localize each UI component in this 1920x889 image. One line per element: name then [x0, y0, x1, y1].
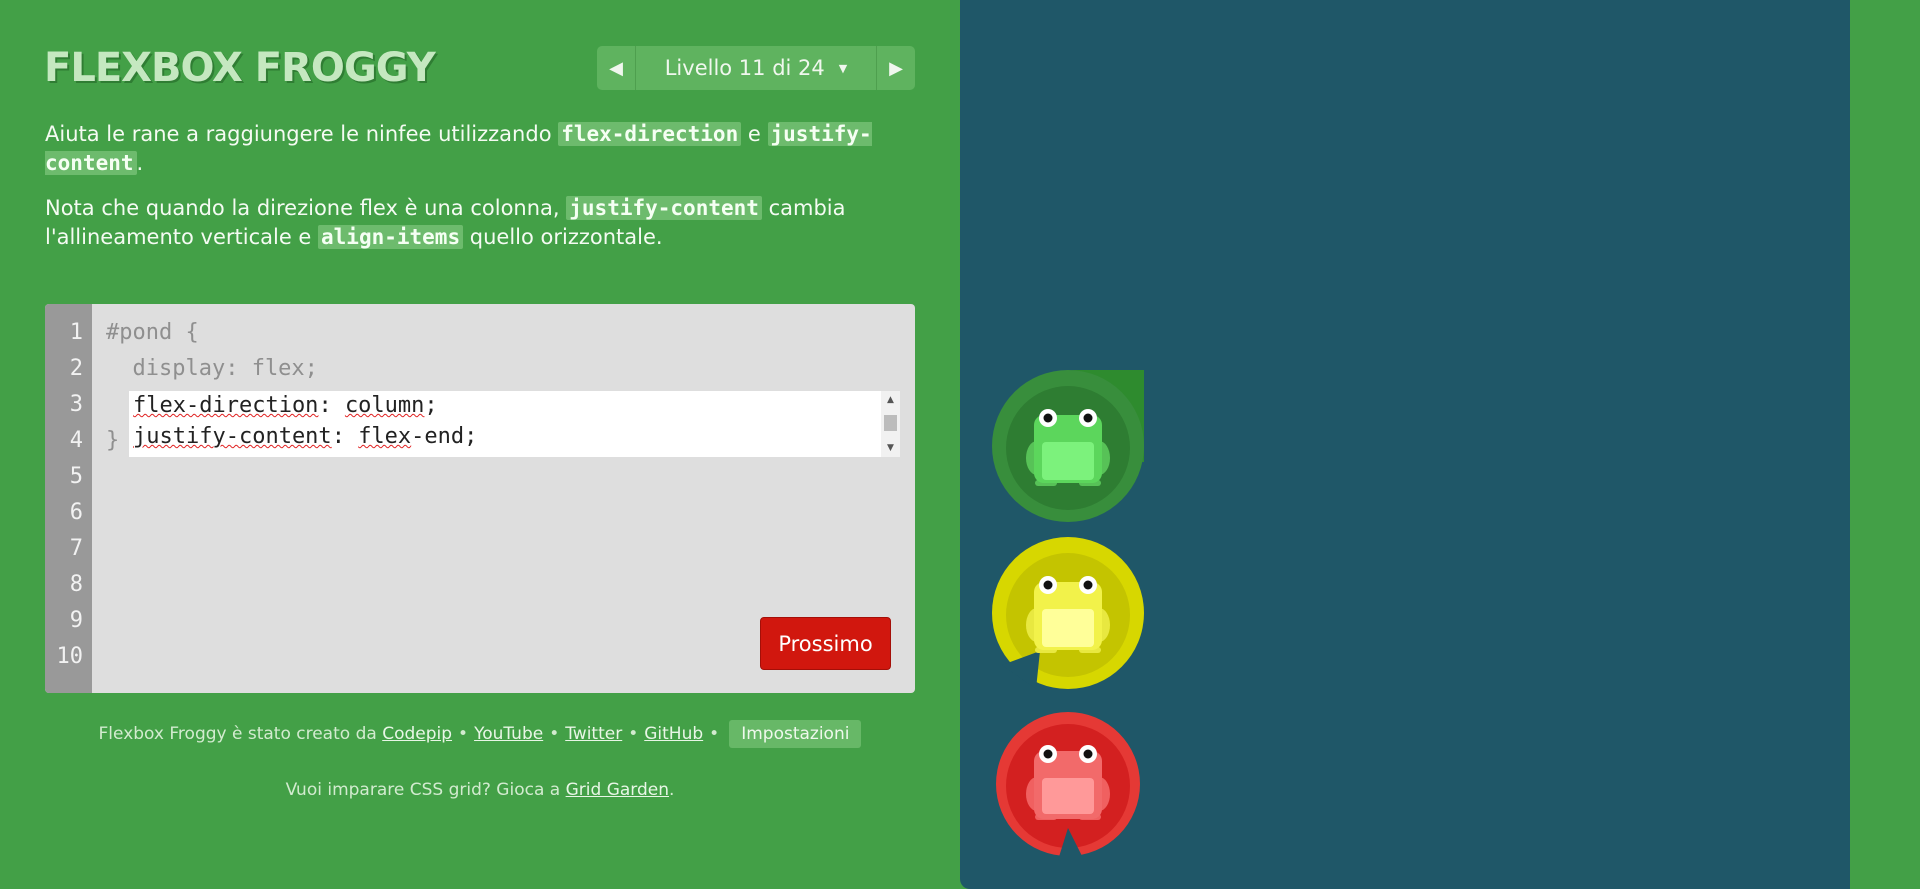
property-text: justify-content: [133, 424, 332, 449]
pond-board: [960, 0, 1850, 889]
line-number-gutter: 1 2 3 4 5 6 7 8 9 10: [45, 304, 92, 693]
line-number: 10: [56, 644, 84, 669]
game-panel: FLEXBOX FROGGY ◀ Livello 11 di 24 ▼ ▶ Ai…: [0, 0, 960, 889]
instruction-text: .: [136, 151, 144, 175]
youtube-link[interactable]: YouTube: [474, 724, 543, 744]
separator: •: [549, 724, 560, 744]
red-lilypad-frog: [996, 712, 1140, 860]
next-level-button[interactable]: ▶: [876, 46, 915, 90]
next-button[interactable]: Prossimo: [760, 617, 891, 670]
green-frog-icon: [1026, 409, 1110, 486]
code-flex-direction: flex-direction: [558, 122, 742, 146]
grid-garden-link[interactable]: Grid Garden: [566, 780, 669, 800]
property-text: flex-direction: [133, 393, 319, 418]
line-number: 1: [69, 320, 83, 345]
caret-down-icon: ▼: [838, 61, 848, 75]
value-text: flex: [358, 424, 412, 449]
twitter-link[interactable]: Twitter: [565, 724, 622, 744]
separator: •: [709, 724, 720, 744]
value-text: column: [344, 393, 425, 418]
level-label: Livello 11 di 24: [664, 56, 825, 80]
triangle-left-icon: ◀: [609, 57, 623, 79]
game-title: FLEXBOX FROGGY: [44, 45, 436, 91]
line-number: 3: [69, 392, 83, 417]
instruction-text: Nota che quando la direzione flex è una …: [45, 196, 567, 220]
code-align-items: align-items: [318, 225, 464, 249]
input-line-3: flex-direction: column;: [133, 393, 438, 418]
instruction-paragraph-2: Nota che quando la direzione flex è una …: [45, 194, 875, 252]
instruction-text: quello orizzontale.: [463, 225, 663, 249]
code-text: :: [331, 424, 359, 449]
code-line-2: display: flex;: [106, 356, 318, 381]
line-number: 6: [69, 500, 83, 525]
level-dropdown[interactable]: Livello 11 di 24 ▼: [636, 46, 876, 90]
code-text: ;: [424, 393, 438, 418]
textarea-scrollbar[interactable]: ▲ ▼: [881, 391, 900, 457]
code-justify-content: justify-content: [566, 196, 762, 220]
code-text: :: [318, 393, 345, 418]
instructions: Aiuta le rane a raggiungere le ninfee ut…: [45, 120, 875, 268]
previous-level-button[interactable]: ◀: [597, 46, 636, 90]
line-number: 2: [69, 356, 83, 381]
line-number: 9: [69, 608, 83, 633]
green-lilypad-frog: [992, 370, 1144, 522]
promo-text: .: [669, 780, 675, 800]
codepip-link[interactable]: Codepip: [382, 724, 452, 744]
grid-garden-promo: Vuoi imparare CSS grid? Gioca a Grid Gar…: [0, 780, 960, 800]
triangle-right-icon: ▶: [889, 57, 903, 79]
instruction-paragraph-1: Aiuta le rane a raggiungere le ninfee ut…: [45, 120, 875, 178]
input-line-4: justify-content: flex-end;: [133, 424, 477, 449]
instruction-text: Aiuta le rane a raggiungere le ninfee ut…: [45, 122, 559, 146]
scroll-up-icon[interactable]: ▲: [881, 393, 900, 407]
yellow-lilypad-frog: [992, 537, 1144, 689]
red-frog-icon: [1026, 745, 1110, 820]
instruction-text: e: [741, 122, 768, 146]
scroll-thumb[interactable]: [884, 415, 897, 431]
separator: •: [458, 724, 469, 744]
level-navigator: ◀ Livello 11 di 24 ▼ ▶: [597, 46, 915, 90]
code-line-1: #pond {: [106, 320, 199, 345]
yellow-frog-icon: [1026, 576, 1110, 653]
line-number: 8: [69, 572, 83, 597]
right-edge-strip: [1850, 0, 1920, 889]
github-link[interactable]: GitHub: [644, 724, 703, 744]
line-number: 5: [69, 464, 83, 489]
css-input-textarea[interactable]: flex-direction: column; justify-content:…: [129, 391, 900, 457]
code-text: -end;: [411, 424, 478, 449]
code-line-5: }: [106, 428, 120, 453]
line-number: 4: [69, 428, 83, 453]
line-number: 7: [69, 536, 83, 561]
credits-text: Flexbox Froggy è stato creato da: [98, 724, 377, 744]
promo-text: Vuoi imparare CSS grid? Gioca a: [285, 780, 566, 800]
settings-button[interactable]: Impostazioni: [729, 720, 862, 748]
separator: •: [628, 724, 639, 744]
credits: Flexbox Froggy è stato creato da Codepip…: [0, 720, 960, 748]
scroll-down-icon[interactable]: ▼: [881, 441, 900, 455]
